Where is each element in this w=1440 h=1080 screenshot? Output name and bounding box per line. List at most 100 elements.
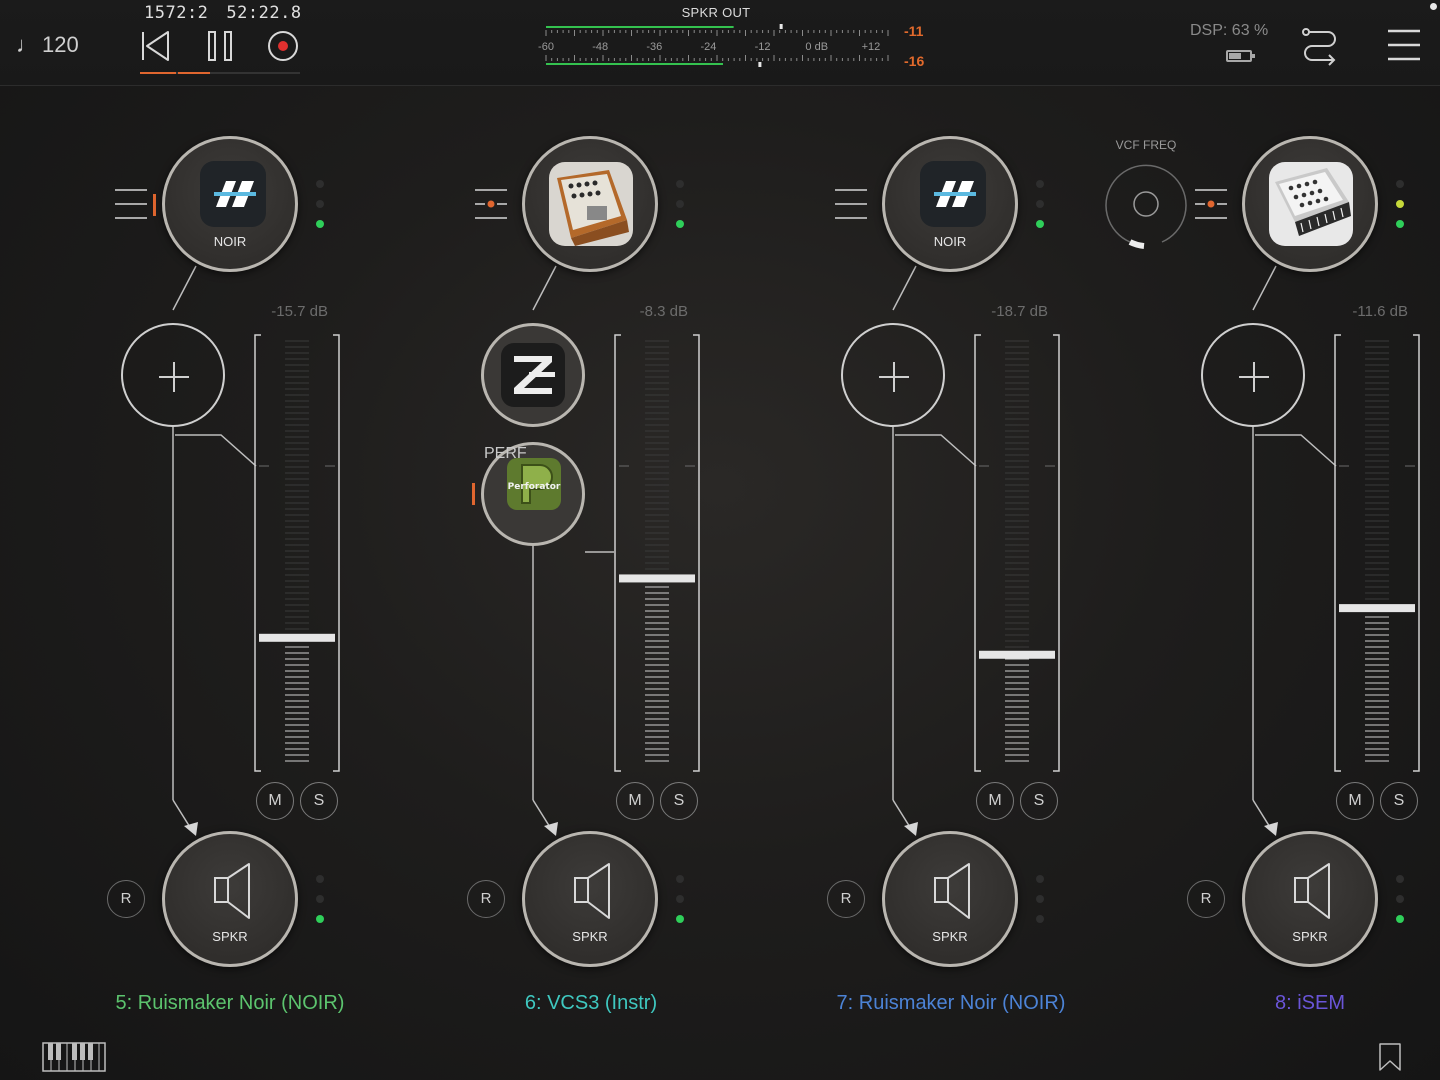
instrument-node-vcs3[interactable] (522, 136, 658, 272)
instrument-node-noir[interactable]: NOIR (162, 136, 298, 272)
volume-db: -11.6 dB (1352, 303, 1408, 320)
effect-node-perforator[interactable]: Perforator PERF (481, 442, 585, 546)
keyboard-icon[interactable] (42, 1042, 106, 1072)
channel-name[interactable]: 6: VCS3 (Instr) (451, 992, 731, 1015)
activity-dots (1035, 875, 1045, 925)
volume-fader[interactable] (253, 333, 341, 773)
node-label: NOIR (213, 234, 247, 249)
node-label: SPKR (932, 929, 968, 944)
status-dot (1430, 3, 1437, 10)
meter-title: SPKR OUT (681, 5, 751, 20)
noir-logo-icon (200, 161, 266, 227)
activity-dots (1035, 180, 1045, 230)
list-icon[interactable] (473, 187, 513, 221)
fader-handle (259, 633, 335, 642)
output-node-speaker[interactable]: SPKR (162, 831, 298, 967)
activity-dots (1395, 180, 1405, 230)
isem-synth-icon (1269, 162, 1353, 246)
activity-dots (675, 875, 685, 925)
activity-dots (675, 180, 685, 230)
speaker-icon (574, 863, 610, 919)
battery-icon (1226, 50, 1255, 62)
mute-button[interactable]: M (1336, 782, 1374, 820)
bars-beats: 1572:2 (144, 3, 209, 23)
meter-scale-label: -48 (592, 41, 608, 53)
channel-name[interactable]: 8: iSEM (1170, 992, 1440, 1015)
output-node-speaker[interactable]: SPKR (882, 831, 1018, 967)
selection-marker (153, 194, 156, 216)
meter-scale-label: -24 (700, 41, 716, 53)
volume-db: -18.7 dB (991, 303, 1048, 320)
volume-fader[interactable] (973, 333, 1061, 773)
solo-button[interactable]: S (300, 782, 338, 820)
add-effect-button[interactable] (841, 323, 945, 427)
time-value: 52:22.8 (226, 3, 302, 23)
node-label: SPKR (1292, 929, 1328, 944)
meter-scale-label: -60 (538, 41, 554, 53)
fader-handle (619, 574, 695, 583)
list-icon[interactable] (113, 187, 153, 221)
perforator-text: Perforator (508, 482, 561, 492)
mute-button[interactable]: M (256, 782, 294, 820)
node-label: SPKR (572, 929, 608, 944)
channel-name[interactable]: 7: Ruismaker Noir (NOIR) (811, 992, 1091, 1015)
meter-scale-label: 0 dB (805, 41, 828, 53)
volume-fader[interactable] (613, 333, 701, 773)
channel-name[interactable]: 5: Ruismaker Noir (NOIR) (90, 992, 370, 1015)
list-icon[interactable] (1193, 187, 1233, 221)
fader-handle (1339, 604, 1415, 613)
volume-db: -15.7 dB (271, 303, 328, 320)
meter-scale-label: -12 (755, 41, 771, 53)
output-node-speaker[interactable]: SPKR (522, 831, 658, 967)
z-logo-icon (501, 343, 565, 407)
record-arm-button[interactable]: R (467, 880, 505, 918)
speaker-icon (214, 863, 250, 919)
timecode: 1572:2 52:22.8 (144, 3, 320, 23)
solo-button[interactable]: S (1380, 782, 1418, 820)
tempo-value: 120 (42, 32, 79, 57)
add-effect-button[interactable] (1201, 323, 1305, 427)
bookmark-icon[interactable] (1378, 1042, 1402, 1072)
selection-marker (472, 483, 475, 505)
solo-button[interactable]: S (1020, 782, 1058, 820)
menu-icon[interactable] (1386, 28, 1422, 62)
speaker-icon (1294, 863, 1330, 919)
transport-progress (140, 72, 300, 74)
activity-dots (1395, 875, 1405, 925)
vcs3-synth-icon (549, 162, 633, 246)
instrument-node-noir[interactable]: NOIR (882, 136, 1018, 272)
fader-handle (979, 650, 1055, 659)
mute-button[interactable]: M (976, 782, 1014, 820)
mute-button[interactable]: M (616, 782, 654, 820)
record-arm-button[interactable]: R (107, 880, 145, 918)
knob-label: VCF FREQ (1115, 138, 1177, 152)
list-icon[interactable] (833, 187, 873, 221)
record-icon[interactable] (265, 28, 301, 64)
vcf-freq-knob[interactable] (1100, 158, 1192, 250)
pause-icon[interactable] (202, 28, 238, 64)
add-effect-button[interactable] (121, 323, 225, 427)
noir-logo-icon (920, 161, 986, 227)
dsp-load: DSP: 63 % (1190, 22, 1269, 39)
output-node-speaker[interactable]: SPKR (1242, 831, 1378, 967)
activity-dots (315, 875, 325, 925)
instrument-node-isem[interactable] (1242, 136, 1378, 272)
record-arm-button[interactable]: R (827, 880, 865, 918)
activity-dots (315, 180, 325, 230)
volume-fader[interactable] (1333, 333, 1421, 773)
record-arm-button[interactable]: R (1187, 880, 1225, 918)
top-bar: ♩ 120 1572:2 52:22.8 SPKR OUT -60 -48 -36 -24… (0, 0, 1440, 86)
peak-right: -16 (904, 53, 925, 69)
perforator-icon: Perforator (507, 458, 561, 510)
tempo-display[interactable]: ♩ 120 (16, 32, 79, 58)
node-label: NOIR (933, 234, 967, 249)
speaker-icon (934, 863, 970, 919)
rewind-icon[interactable] (138, 28, 174, 64)
node-label: SPKR (212, 929, 248, 944)
meter-scale-label: +12 (862, 41, 881, 53)
effect-node-z[interactable] (481, 323, 585, 427)
routing-icon[interactable] (1298, 24, 1342, 68)
solo-button[interactable]: S (660, 782, 698, 820)
volume-db: -8.3 dB (639, 303, 688, 320)
note-icon: ♩ (16, 32, 38, 57)
